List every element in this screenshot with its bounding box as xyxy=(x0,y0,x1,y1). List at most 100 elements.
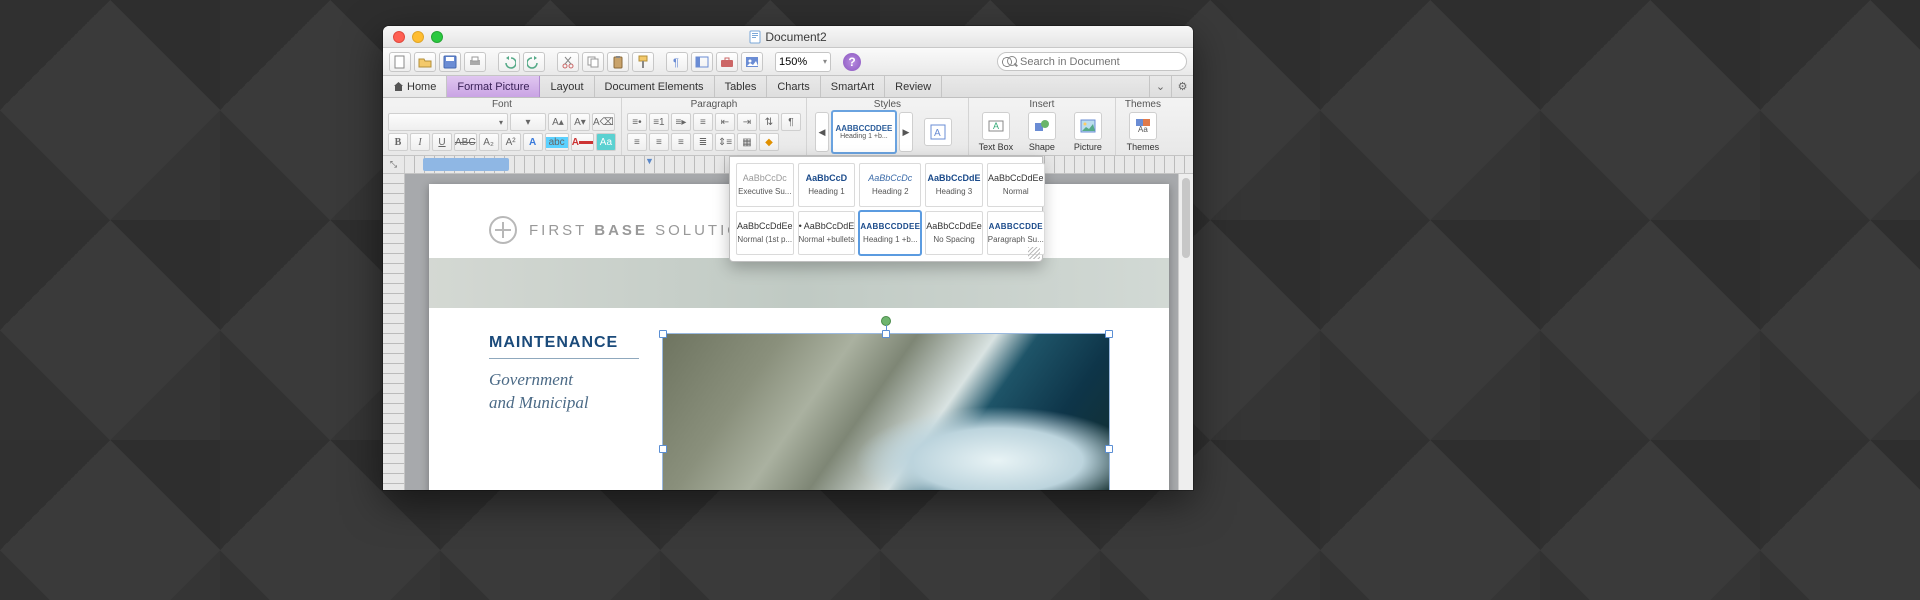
group-insert: Insert A Text Box Shape Picture xyxy=(969,98,1116,155)
bold-button[interactable]: B xyxy=(388,133,408,151)
zoom-select[interactable]: 150% xyxy=(775,52,831,72)
titlebar[interactable]: Document2 xyxy=(383,26,1193,48)
align-left-button-2[interactable]: ≡ xyxy=(627,133,647,151)
insert-shape-button[interactable]: Shape xyxy=(1020,112,1064,152)
tab-charts[interactable]: Charts xyxy=(767,76,820,97)
ribbon-collapse-button[interactable]: ⌄ xyxy=(1149,76,1171,97)
doc-icon xyxy=(749,30,761,44)
text-effects-button[interactable]: A xyxy=(523,133,543,151)
style-option[interactable]: AaBbCcDdEeNormal (1st p... xyxy=(736,211,794,255)
new-doc-button[interactable] xyxy=(389,52,411,72)
styles-prev-button[interactable]: ◀ xyxy=(815,112,829,152)
style-option[interactable]: AABBCCDDEEHeading 1 +b... xyxy=(859,211,921,255)
copy-button[interactable] xyxy=(582,52,604,72)
left-column: MAINTENANCE Governmentand Municipal xyxy=(489,334,639,490)
font-size-select[interactable]: ▾ xyxy=(510,113,546,131)
show-formatting-button[interactable]: ¶ xyxy=(666,52,688,72)
clear-formatting-button[interactable]: A⌫ xyxy=(592,113,615,131)
paste-button[interactable] xyxy=(607,52,629,72)
strike-button[interactable]: ABC xyxy=(454,133,477,151)
style-preview: AaBbCcDc xyxy=(868,174,912,183)
styles-pane-button[interactable]: A xyxy=(916,118,960,146)
align-left-button[interactable]: ≡ xyxy=(693,113,713,131)
align-right-button[interactable]: ≡ xyxy=(671,133,691,151)
group-title: Themes xyxy=(1121,98,1165,111)
font-family-select[interactable] xyxy=(388,113,508,131)
vertical-scrollbar[interactable] xyxy=(1178,174,1193,490)
ribbon-body: Font ▾ A▴ A▾ A⌫ B I U ABC A₂ A² A a xyxy=(383,98,1193,156)
tab-review[interactable]: Review xyxy=(885,76,942,97)
tab-tables[interactable]: Tables xyxy=(715,76,768,97)
ruler-corner[interactable]: ⤡ xyxy=(383,156,405,173)
style-tile[interactable]: AABBCCDDEE Heading 1 +b... xyxy=(832,111,896,153)
undo-button[interactable] xyxy=(498,52,520,72)
resize-handle-nw[interactable] xyxy=(659,330,667,338)
tab-document-elements[interactable]: Document Elements xyxy=(595,76,715,97)
ruler-vertical[interactable] xyxy=(383,174,405,490)
format-painter-button[interactable] xyxy=(632,52,654,72)
tab-format-picture[interactable]: Format Picture xyxy=(447,76,540,97)
redo-button[interactable] xyxy=(523,52,545,72)
insert-picture-button[interactable]: Picture xyxy=(1066,112,1110,152)
highlight-button[interactable]: abc xyxy=(545,133,569,151)
style-option[interactable]: • AaBbCcDdENormal +bullets xyxy=(798,211,856,255)
subscript-button[interactable]: A₂ xyxy=(479,133,499,151)
popover-resize-grip[interactable] xyxy=(1028,247,1040,259)
media-browser-button[interactable] xyxy=(741,52,763,72)
font-color-button[interactable]: A xyxy=(571,133,594,151)
resize-handle-e[interactable] xyxy=(1105,445,1113,453)
style-label: Executive Su... xyxy=(738,187,791,196)
line-spacing-button[interactable]: ⇕≡ xyxy=(715,133,735,151)
borders-button[interactable]: ▦ xyxy=(737,133,757,151)
styles-next-button[interactable]: ▶ xyxy=(899,112,913,152)
resize-handle-w[interactable] xyxy=(659,445,667,453)
justify-button[interactable]: ≣ xyxy=(693,133,713,151)
style-label: Heading 1 +b... xyxy=(840,133,888,140)
toolbox-button[interactable] xyxy=(716,52,738,72)
insert-textbox-button[interactable]: A Text Box xyxy=(974,112,1018,152)
style-option[interactable]: AaBbCcDdEeNormal xyxy=(987,163,1045,207)
svg-text:A: A xyxy=(934,128,941,139)
indent-button[interactable]: ⇥ xyxy=(737,113,757,131)
resize-handle-n[interactable] xyxy=(882,330,890,338)
style-option[interactable]: AaBbCcDHeading 1 xyxy=(798,163,856,207)
help-button[interactable]: ? xyxy=(843,53,861,71)
shape-icon xyxy=(1033,117,1051,135)
style-option[interactable]: AaBbCcDdEeNo Spacing xyxy=(925,211,983,255)
selected-image[interactable] xyxy=(663,334,1109,490)
sidebar-button[interactable] xyxy=(691,52,713,72)
tab-home[interactable]: Home xyxy=(383,76,447,97)
numbering-button[interactable]: ≡1 xyxy=(649,113,669,131)
align-center-button[interactable]: ≡ xyxy=(649,133,669,151)
style-option[interactable]: AaBbCcDdEHeading 3 xyxy=(925,163,983,207)
rotate-handle[interactable] xyxy=(881,316,891,326)
italic-button[interactable]: I xyxy=(410,133,430,151)
open-button[interactable] xyxy=(414,52,436,72)
textbox-icon: A xyxy=(987,117,1005,135)
ribbon-settings-button[interactable]: ⚙ xyxy=(1171,76,1193,97)
style-option[interactable]: AaBbCcDc Executive Su... xyxy=(736,163,794,207)
cut-button[interactable] xyxy=(557,52,579,72)
themes-button[interactable]: Aa Themes xyxy=(1121,112,1165,152)
bullets-button[interactable]: ≡• xyxy=(627,113,647,131)
style-option[interactable]: AaBbCcDcHeading 2 xyxy=(859,163,921,207)
indent-marker[interactable] xyxy=(645,156,655,172)
shading-button[interactable]: ◆ xyxy=(759,133,779,151)
tab-layout[interactable]: Layout xyxy=(540,76,594,97)
search-input[interactable] xyxy=(997,52,1187,71)
sort-button[interactable]: ⇅ xyxy=(759,113,779,131)
save-button[interactable] xyxy=(439,52,461,72)
tab-smartart[interactable]: SmartArt xyxy=(821,76,885,97)
print-button[interactable] xyxy=(464,52,486,72)
section-subheading: Governmentand Municipal xyxy=(489,369,639,415)
multilevel-list-button[interactable]: ≡▸ xyxy=(671,113,691,131)
grow-font-button[interactable]: A▴ xyxy=(548,113,568,131)
shrink-font-button[interactable]: A▾ xyxy=(570,113,590,131)
change-case-button[interactable]: Aa xyxy=(596,133,616,151)
style-preview: AaBbCcDc xyxy=(743,174,787,183)
outdent-button[interactable]: ⇤ xyxy=(715,113,735,131)
resize-handle-ne[interactable] xyxy=(1105,330,1113,338)
superscript-button[interactable]: A² xyxy=(501,133,521,151)
show-marks-button[interactable]: ¶ xyxy=(781,113,801,131)
underline-button[interactable]: U xyxy=(432,133,452,151)
